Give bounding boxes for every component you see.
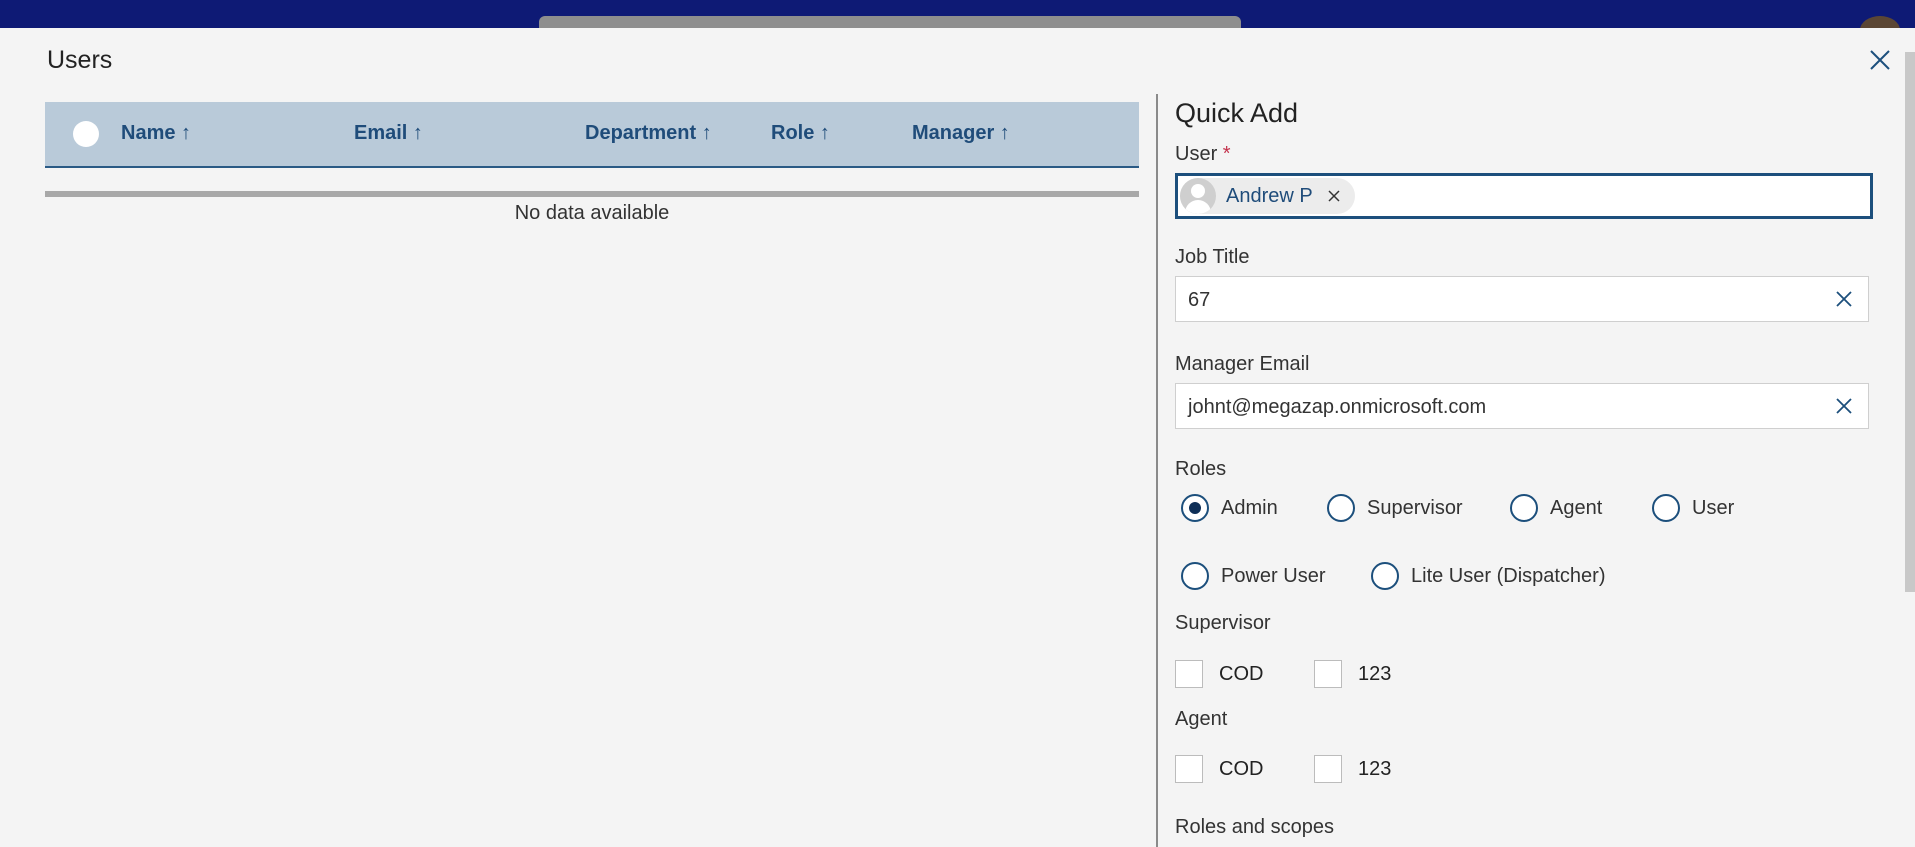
radio-indicator	[1652, 494, 1680, 522]
roles-label: Roles	[1175, 458, 1227, 480]
job-title-label: Job Title	[1175, 246, 1250, 268]
empty-state-text: No data available	[514, 202, 670, 224]
checkbox-label: 123	[1358, 757, 1392, 780]
user-picker[interactable]: Andrew P	[1175, 173, 1873, 219]
column-header-manager[interactable]: Manager ↑	[912, 122, 1010, 145]
checkbox-box	[1175, 755, 1203, 783]
agent-label: Agent	[1175, 708, 1228, 730]
supervisor-checkbox-cod[interactable]: COD	[1175, 660, 1263, 688]
roles-and-scopes-label: Roles and scopes	[1175, 816, 1334, 838]
checkbox-label: 123	[1358, 662, 1392, 685]
checkbox-box	[1175, 660, 1203, 688]
role-label: Lite User (Dispatcher)	[1411, 564, 1606, 587]
column-header-name[interactable]: Name ↑	[121, 122, 191, 145]
role-radio-lite-user[interactable]: Lite User (Dispatcher)	[1371, 562, 1606, 590]
job-title-value: 67	[1188, 289, 1211, 311]
table-header: Name ↑ Email ↑ Department ↑ Role ↑ Manag…	[45, 102, 1139, 168]
supervisor-label: Supervisor	[1175, 612, 1271, 634]
role-radio-power-user[interactable]: Power User	[1181, 562, 1325, 590]
column-header-email[interactable]: Email ↑	[354, 122, 423, 145]
radio-indicator	[1510, 494, 1538, 522]
manager-email-value: johnt@megazap.onmicrosoft.com	[1188, 396, 1487, 418]
column-header-role[interactable]: Role ↑	[771, 122, 830, 145]
role-label: Power User	[1221, 564, 1326, 587]
supervisor-checkbox-123[interactable]: 123	[1314, 660, 1391, 688]
avatar-icon	[1180, 178, 1216, 214]
checkbox-label: COD	[1219, 757, 1264, 780]
user-label-text: User	[1175, 143, 1218, 165]
clear-icon[interactable]	[1834, 289, 1854, 309]
role-label: Agent	[1550, 496, 1603, 519]
agent-checkbox-123[interactable]: 123	[1314, 755, 1391, 783]
required-mark: *	[1222, 143, 1231, 165]
top-app-bar	[0, 0, 1915, 44]
user-chip: Andrew P	[1180, 178, 1355, 214]
role-radio-supervisor[interactable]: Supervisor	[1327, 494, 1463, 522]
checkbox-box	[1314, 660, 1342, 688]
remove-user-icon[interactable]	[1327, 189, 1341, 203]
radio-indicator	[1181, 562, 1209, 590]
manager-email-label: Manager Email	[1175, 353, 1310, 375]
checkbox-label: COD	[1219, 662, 1264, 685]
role-radio-user[interactable]: User	[1652, 494, 1734, 522]
role-label: Admin	[1221, 496, 1278, 519]
scrollbar[interactable]	[1905, 52, 1915, 592]
user-label: User *	[1175, 143, 1231, 166]
job-title-field[interactable]: 67	[1175, 276, 1869, 322]
panel-divider	[1156, 94, 1158, 847]
checkbox-box	[1314, 755, 1342, 783]
role-label: Supervisor	[1367, 496, 1463, 519]
radio-indicator	[1327, 494, 1355, 522]
dialog-title: Users	[47, 46, 113, 74]
users-dialog: Users Name ↑ Email ↑ Department ↑ Role ↑…	[0, 28, 1915, 847]
close-icon[interactable]	[1866, 46, 1894, 74]
role-label: User	[1692, 496, 1735, 519]
role-radio-admin[interactable]: Admin	[1181, 494, 1278, 522]
table-divider	[45, 191, 1139, 197]
radio-indicator	[1371, 562, 1399, 590]
column-header-department[interactable]: Department ↑	[585, 122, 712, 145]
clear-icon[interactable]	[1834, 396, 1854, 416]
agent-checkbox-cod[interactable]: COD	[1175, 755, 1263, 783]
select-all-checkbox[interactable]	[73, 121, 99, 147]
role-radio-agent[interactable]: Agent	[1510, 494, 1602, 522]
quick-add-title: Quick Add	[1175, 98, 1299, 128]
manager-email-field[interactable]: johnt@megazap.onmicrosoft.com	[1175, 383, 1869, 429]
user-chip-name: Andrew P	[1226, 184, 1313, 207]
radio-indicator	[1181, 494, 1209, 522]
